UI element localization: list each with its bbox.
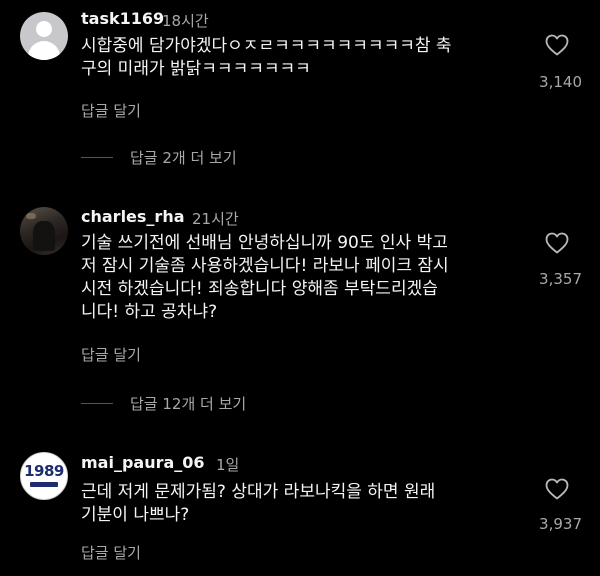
replies-divider-line: [81, 157, 113, 158]
like-count: 3,937: [539, 515, 582, 533]
comment-text-line: 기술 쓰기전에 선배님 안녕하십니까 90도 인사 박고: [81, 233, 448, 253]
comment-text-line: 근데 저게 문제가됨? 상대가 라보나킥을 하면 원래: [81, 482, 436, 502]
view-more-replies-label: 답글 12개 더 보기: [130, 395, 247, 413]
comment-timestamp: 18시간: [162, 12, 209, 30]
user-avatar[interactable]: 1989: [20, 452, 68, 500]
comment-timestamp: 21시간: [192, 210, 239, 228]
comment-timestamp: 1일: [216, 456, 240, 474]
comment-username[interactable]: charles_rha: [81, 207, 185, 226]
comment-username[interactable]: mai_paura_06: [81, 453, 205, 472]
comment-text-line: 구의 미래가 밝닭ㅋㅋㅋㅋㅋㅋㅋ: [81, 59, 311, 79]
comment-text-line: 니다! 하고 공차냐?: [81, 302, 218, 322]
heart-outline-icon[interactable]: [545, 232, 569, 254]
view-more-replies-button[interactable]: 답글 12개 더 보기: [81, 393, 291, 413]
default-user-icon: [36, 21, 52, 37]
comment-text-line: 기분이 나쁘나?: [81, 505, 190, 525]
user-avatar[interactable]: [20, 12, 68, 60]
comment-item: charles_rha 21시간 기술 쓰기전에 선배님 안녕하십니까 90도 …: [0, 195, 600, 415]
comment-item: task1169 18시간 시합중에 담가야겠다ㅇㅈㄹㅋㅋㅋㅋㅋㅋㅋㅋㅋ참 축 …: [0, 0, 600, 167]
view-more-replies-label: 답글 2개 더 보기: [130, 149, 237, 167]
reply-button[interactable]: 답글 달기: [81, 100, 141, 121]
comment-text-line: 시합중에 담가야겠다ㅇㅈㄹㅋㅋㅋㅋㅋㅋㅋㅋㅋ참 축: [81, 36, 452, 56]
user-avatar[interactable]: [20, 207, 68, 255]
heart-outline-icon[interactable]: [545, 478, 569, 500]
reply-button[interactable]: 답글 달기: [81, 542, 141, 563]
comment-username[interactable]: task1169: [81, 9, 164, 28]
avatar-photo: [33, 221, 55, 251]
comment-item: 1989 mai_paura_06 1일 근데 저게 문제가됨? 상대가 라보나…: [0, 440, 600, 576]
avatar-logo-text: 1989: [24, 462, 64, 480]
comment-text: 기술 쓰기전에 선배님 안녕하십니까 90도 인사 박고 저 잠시 기술좀 사용…: [81, 232, 521, 324]
comment-text-line: 시전 하겠습니다! 죄송합니다 양해좀 부탁드리겠습: [81, 279, 438, 299]
heart-outline-icon[interactable]: [545, 34, 569, 56]
like-count: 3,140: [539, 73, 582, 91]
view-more-replies-button[interactable]: 답글 2개 더 보기: [81, 147, 281, 167]
comment-text: 근데 저게 문제가됨? 상대가 라보나킥을 하면 원래 기분이 나쁘나?: [81, 481, 521, 527]
comment-text: 시합중에 담가야겠다ㅇㅈㄹㅋㅋㅋㅋㅋㅋㅋㅋㅋ참 축 구의 미래가 밝닭ㅋㅋㅋㅋㅋ…: [81, 35, 521, 81]
like-count: 3,357: [539, 270, 582, 288]
reply-button[interactable]: 답글 달기: [81, 344, 141, 365]
comment-text-line: 저 잠시 기술좀 사용하겠습니다! 라보나 페이크 잠시: [81, 256, 449, 276]
replies-divider-line: [81, 403, 113, 404]
